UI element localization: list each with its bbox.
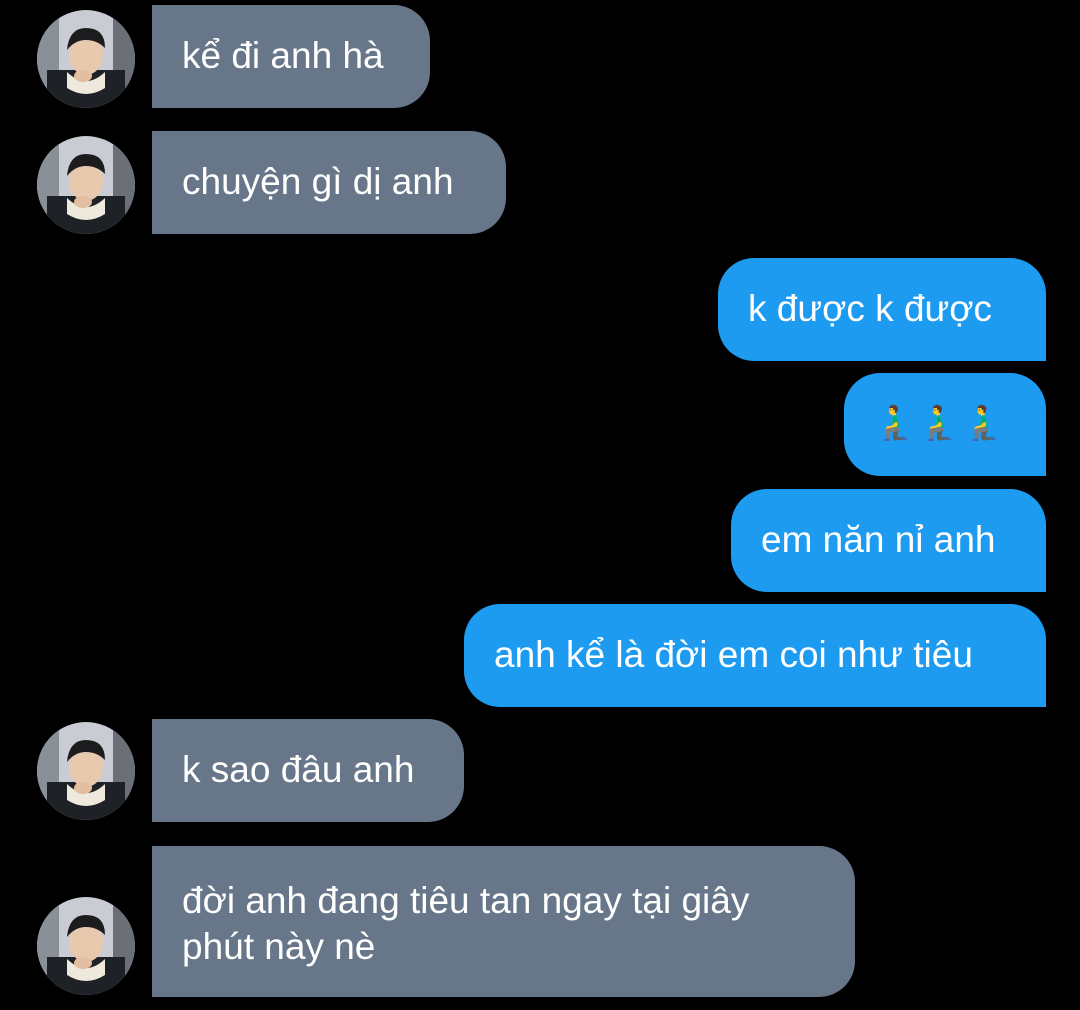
outgoing-message[interactable]: k được k được (718, 258, 1046, 361)
chat-thread: kể đi anh hà chuyện gì dị anh k được k đ… (0, 0, 1080, 1010)
message-text: kể đi anh hà (182, 35, 384, 76)
outgoing-message[interactable]: anh kể là đời em coi như tiêu (464, 604, 1046, 707)
message-text: chuyện gì dị anh (182, 161, 454, 202)
message-text: k sao đâu anh (182, 749, 415, 790)
outgoing-message[interactable]: em năn nỉ anh (731, 489, 1046, 592)
avatar[interactable] (37, 10, 135, 108)
outgoing-message[interactable]: 🧎‍♂️🧎‍♂️🧎‍♂️ (844, 373, 1046, 476)
incoming-message[interactable]: k sao đâu anh (152, 719, 464, 822)
incoming-message[interactable]: chuyện gì dị anh (152, 131, 506, 234)
message-text: em năn nỉ anh (761, 519, 996, 560)
message-text: 🧎‍♂️🧎‍♂️🧎‍♂️ (874, 403, 1008, 443)
incoming-message[interactable]: đời anh đang tiêu tan ngay tại giây phút… (152, 846, 855, 997)
avatar[interactable] (37, 136, 135, 234)
avatar[interactable] (37, 897, 135, 995)
message-text: anh kể là đời em coi như tiêu (494, 634, 973, 675)
avatar[interactable] (37, 722, 135, 820)
incoming-message[interactable]: kể đi anh hà (152, 5, 430, 108)
message-text: đời anh đang tiêu tan ngay tại giây phút… (182, 880, 750, 967)
message-text: k được k được (748, 288, 993, 329)
